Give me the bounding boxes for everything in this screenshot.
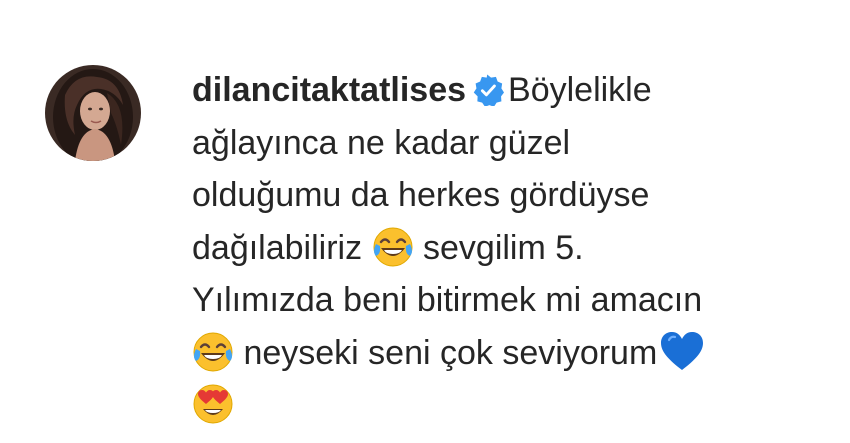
verified-badge-icon <box>472 74 505 106</box>
comment-line-text-4: dağılabiliriz <box>192 228 363 267</box>
comment-line-1: dilancitaktatlises Böylelikle <box>192 64 812 117</box>
comment-line-2: ağlayınca ne kadar güzel <box>192 123 571 162</box>
username[interactable]: dilancitaktatlises <box>192 71 466 109</box>
comment: dilancitaktatlises Böylelikle ağlayınca … <box>0 0 850 443</box>
comment-line-7 <box>192 379 812 432</box>
comment-line-text-5: sevgilim 5. <box>423 228 584 267</box>
comment-line-5: Yılımızda beni bitirmek mi amacın <box>192 281 703 319</box>
blue-heart-emoji-icon <box>659 330 705 372</box>
comment-text: dilancitaktatlises Böylelikle ağlayınca … <box>192 64 812 432</box>
tears-of-joy-emoji-icon <box>192 331 234 373</box>
comment-line-6: neyseki seni çok seviyorum <box>192 327 812 380</box>
comment-line-text-7: neyseki seni çok seviyorum <box>243 333 658 372</box>
tears-of-joy-emoji-icon <box>372 226 414 268</box>
comment-line-3: olduğumu da herkes gördüyse <box>192 176 650 214</box>
comment-line-text-1: Böylelikle <box>508 71 652 109</box>
comment-line-4: dağılabiliriz sevgilim 5. <box>192 222 812 275</box>
heart-eyes-emoji-icon <box>192 383 234 425</box>
avatar[interactable] <box>45 65 141 161</box>
